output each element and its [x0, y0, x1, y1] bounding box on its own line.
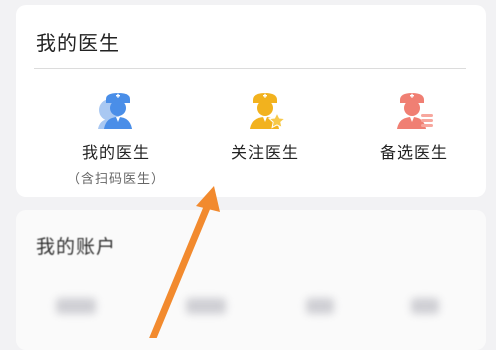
blurred-stat — [56, 298, 96, 314]
my-doctors-title: 我的医生 — [36, 31, 120, 55]
alternate-doctors-button[interactable]: 备选医生 — [339, 89, 489, 189]
my-account-title: 我的账户 — [36, 236, 117, 258]
divider — [34, 68, 466, 69]
blurred-stat — [186, 298, 226, 314]
followed-doctors-label: 关注医生 — [230, 143, 299, 162]
doctor-icon — [98, 93, 132, 129]
my-account-card: 我的账户 — [16, 210, 486, 350]
my-doctors-sublabel: （含扫码医生） — [66, 172, 165, 187]
followed-doctors-button[interactable]: 关注医生 — [190, 89, 340, 189]
blurred-stat — [411, 298, 439, 314]
doctor-list-icon — [397, 93, 433, 129]
blurred-stat — [306, 298, 334, 314]
my-doctors-card: 我的医生 我的医生 （含扫码医生） 关注医生 备选医生 — [16, 5, 486, 197]
alternate-doctors-label: 备选医生 — [379, 143, 448, 162]
my-doctors-label: 我的医生 — [81, 143, 150, 162]
doctor-star-icon — [250, 93, 285, 129]
my-doctors-button[interactable]: 我的医生 （含扫码医生） — [41, 89, 191, 189]
